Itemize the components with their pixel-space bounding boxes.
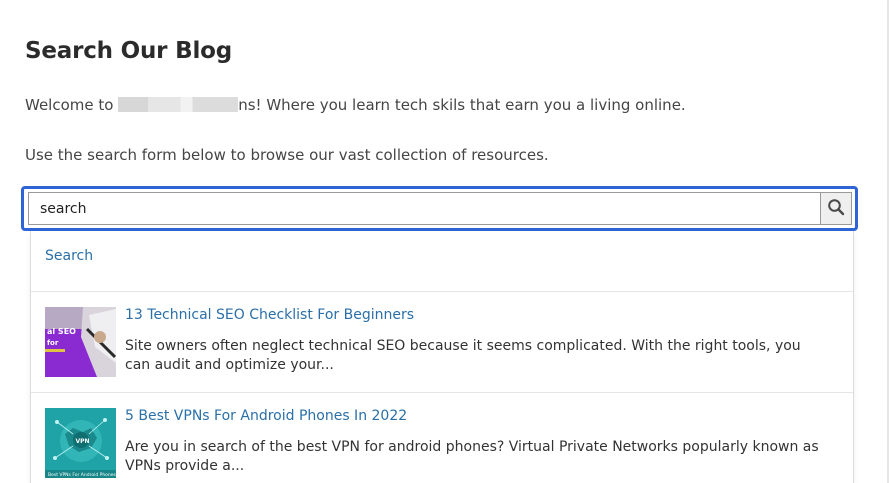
result-thumbnail[interactable]: VPN Best VPNs For Android Phones — [45, 408, 116, 478]
redacted-site-name — [118, 97, 239, 112]
divider — [31, 392, 853, 393]
page: Search Our Blog Welcome to ns! Where you… — [0, 0, 889, 483]
result-title-link[interactable]: 5 Best VPNs For Android Phones In 2022 — [125, 408, 407, 424]
result-excerpt: Are you in search of the best VPN for an… — [125, 439, 819, 474]
search-button[interactable] — [820, 192, 852, 225]
search-suggestion-link[interactable]: Search — [45, 248, 93, 264]
result-thumbnail[interactable]: al SEO for — [45, 307, 116, 377]
intro-text-start: Welcome to — [25, 96, 119, 114]
search-results-dropdown: Search al SEO for 13 Technical SEO Check… — [30, 231, 854, 483]
instructions-text: Use the search form below to browse our … — [25, 146, 549, 164]
result-title-link[interactable]: 13 Technical SEO Checklist For Beginners — [125, 307, 414, 323]
svg-text:al SEO: al SEO — [47, 327, 76, 336]
intro-text-end: ns! Where you learn tech skils that earn… — [238, 96, 686, 114]
intro-text: Welcome to ns! Where you learn tech skil… — [25, 96, 686, 114]
divider — [31, 291, 853, 292]
page-title: Search Our Blog — [25, 38, 232, 64]
svg-text:for: for — [47, 339, 59, 347]
svg-text:Best VPNs For Android Phones: Best VPNs For Android Phones — [48, 472, 116, 478]
search-input[interactable] — [28, 192, 825, 225]
search-form — [21, 186, 858, 231]
search-icon — [827, 198, 845, 220]
result-item[interactable]: VPN Best VPNs For Android Phones 5 Best … — [45, 408, 845, 480]
result-item[interactable]: al SEO for 13 Technical SEO Checklist Fo… — [45, 307, 845, 379]
svg-text:VPN: VPN — [76, 438, 90, 445]
result-excerpt: Site owners often neglect technical SEO … — [125, 338, 801, 373]
